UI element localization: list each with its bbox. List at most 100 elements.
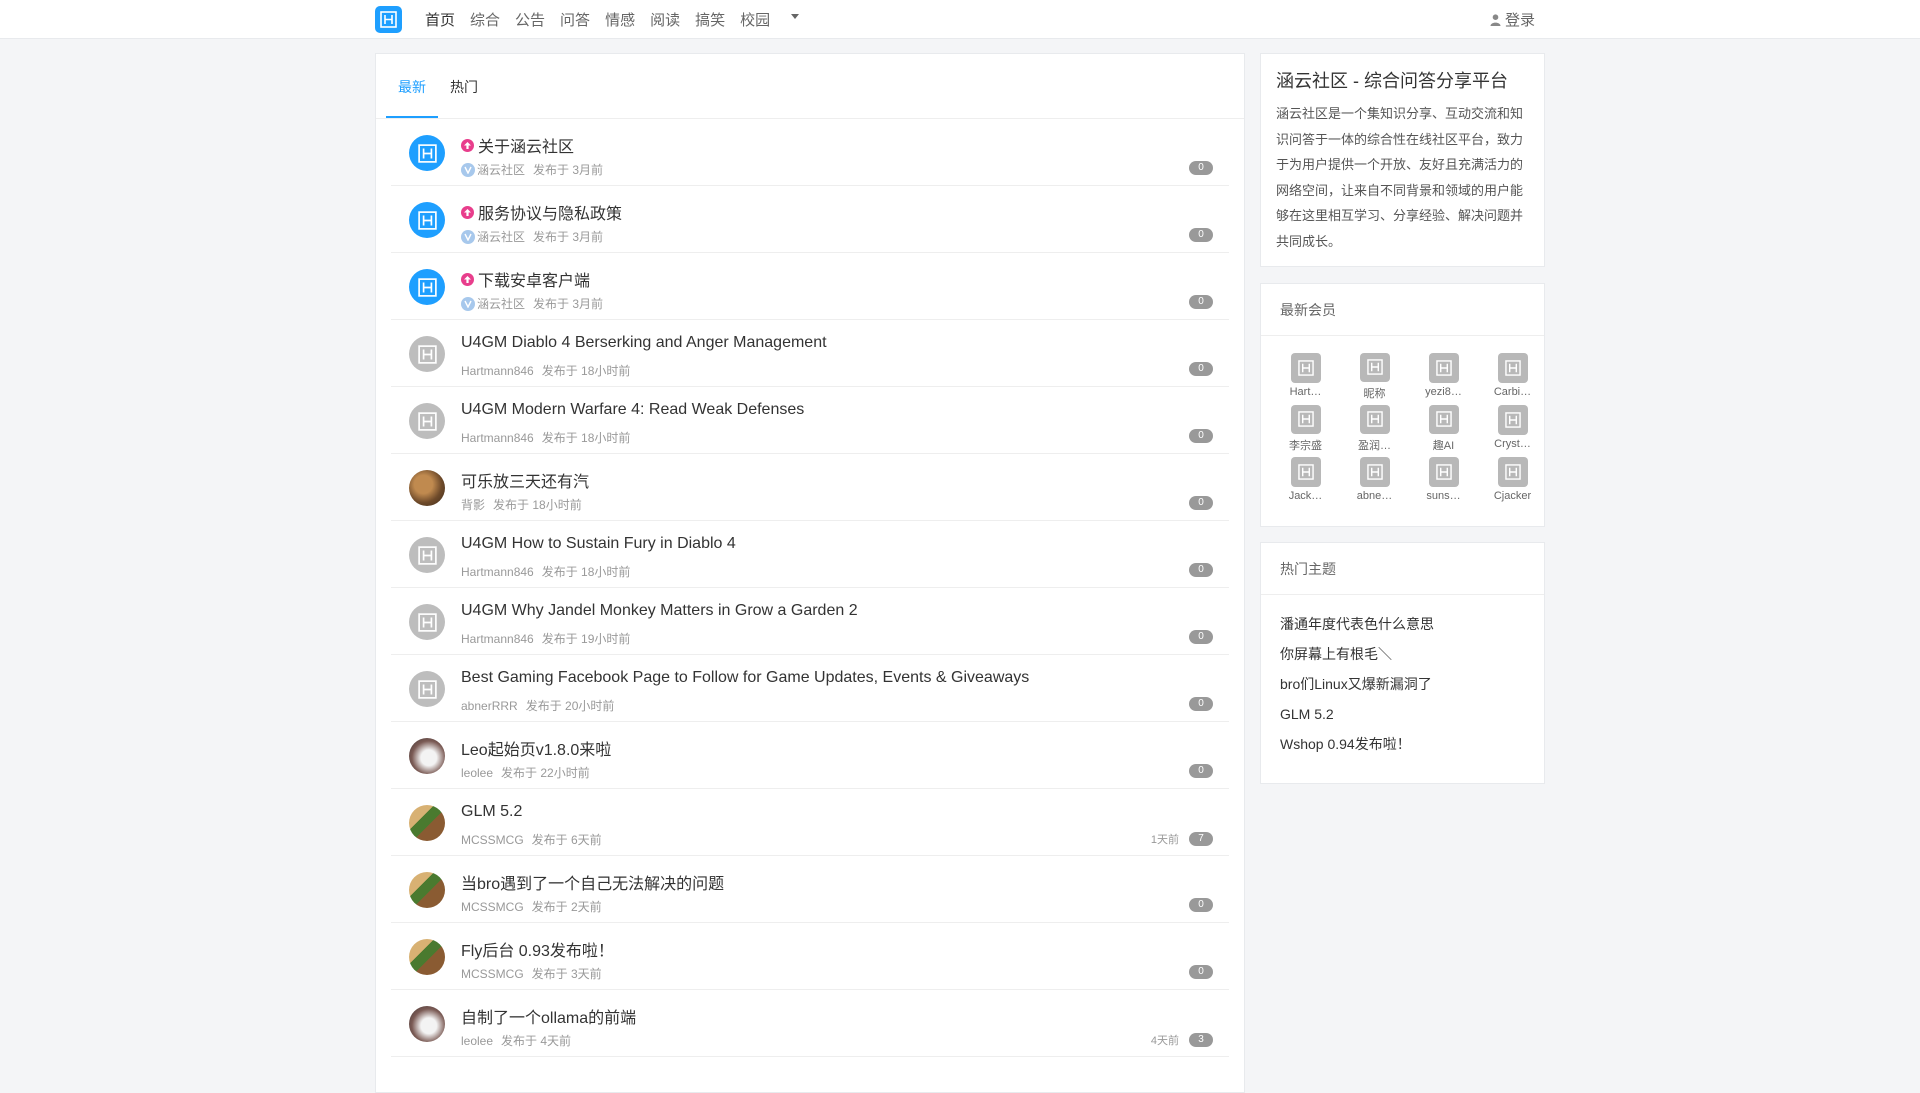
member-avatar[interactable] (1359, 353, 1390, 382)
member-item[interactable]: Carbi… (1478, 350, 1547, 400)
author-avatar[interactable] (409, 403, 445, 439)
site-logo[interactable] (375, 6, 402, 33)
hot-topic-link[interactable]: 潘通年度代表色什么意思 (1280, 609, 1525, 639)
member-item[interactable]: Hart… (1271, 350, 1340, 400)
author-name[interactable]: Hartmann846 (461, 632, 534, 646)
nav-reading[interactable]: 阅读 (650, 9, 680, 30)
author-name[interactable]: 涵云社区 (477, 295, 525, 312)
member-avatar[interactable] (1497, 457, 1528, 487)
hot-topic-link[interactable]: Wshop 0.94发布啦！ (1280, 729, 1525, 759)
member-avatar[interactable] (1359, 405, 1390, 434)
topic-item[interactable]: Leo起始页v1.8.0来啦 leolee 发布于 22小时前 0 (391, 722, 1229, 789)
topic-item[interactable]: GLM 5.2 MCSSMCG 发布于 6天前 1天前 7 (391, 789, 1229, 856)
author-avatar[interactable] (409, 470, 445, 506)
member-item[interactable]: 李宗盛 (1271, 402, 1340, 452)
member-avatar[interactable] (1428, 405, 1459, 434)
topic-title-link[interactable]: Fly后台 0.93发布啦！ (461, 937, 614, 961)
member-item[interactable]: Jack… (1271, 454, 1340, 504)
nav-qa[interactable]: 问答 (560, 9, 590, 30)
topic-item[interactable]: U4GM Diablo 4 Berserking and Anger Manag… (391, 320, 1229, 387)
author-avatar[interactable] (409, 939, 445, 975)
author-avatar[interactable] (409, 269, 445, 305)
author-avatar[interactable] (409, 135, 445, 171)
author-name[interactable]: MCSSMCG (461, 833, 524, 847)
member-item[interactable]: Cjacker (1478, 454, 1547, 504)
member-item[interactable]: 昵称 (1340, 350, 1409, 400)
author-name[interactable]: 涵云社区 (477, 161, 525, 178)
topic-title-link[interactable]: U4GM Modern Warfare 4: Read Weak Defense… (461, 401, 804, 419)
nav-home[interactable]: 首页 (425, 9, 455, 30)
author-avatar[interactable] (409, 872, 445, 908)
topic-title-link[interactable]: 可乐放三天还有汽 (461, 468, 589, 492)
hot-topic-link[interactable]: bro们Linux又爆新漏洞了 (1280, 669, 1525, 699)
member-avatar[interactable] (1497, 353, 1528, 383)
member-item[interactable]: yezi8… (1409, 350, 1478, 400)
member-item[interactable]: Cryst… (1478, 402, 1547, 452)
author-name[interactable]: MCSSMCG (461, 900, 524, 914)
tab-hot[interactable]: 热门 (438, 69, 490, 118)
author-name[interactable]: MCSSMCG (461, 967, 524, 981)
member-avatar[interactable] (1428, 353, 1459, 383)
author-name[interactable]: 背影 (461, 496, 485, 513)
topic-item[interactable]: 可乐放三天还有汽 背影 发布于 18小时前 0 (391, 454, 1229, 521)
author-name[interactable]: Hartmann846 (461, 565, 534, 579)
nav-campus[interactable]: 校园 (740, 9, 770, 30)
topic-title-link[interactable]: U4GM Why Jandel Monkey Matters in Grow a… (461, 602, 858, 620)
member-item[interactable]: 盈润… (1340, 402, 1409, 452)
member-avatar[interactable] (1428, 457, 1459, 487)
nav-general[interactable]: 综合 (470, 9, 500, 30)
topic-item[interactable]: U4GM Modern Warfare 4: Read Weak Defense… (391, 387, 1229, 454)
tab-latest[interactable]: 最新 (386, 69, 438, 118)
topic-item[interactable]: Best Gaming Facebook Page to Follow for … (391, 655, 1229, 722)
topic-title-link[interactable]: Best Gaming Facebook Page to Follow for … (461, 669, 1029, 687)
topic-title-link[interactable]: U4GM Diablo 4 Berserking and Anger Manag… (461, 334, 827, 352)
author-avatar[interactable] (409, 336, 445, 372)
member-avatar[interactable] (1290, 457, 1321, 487)
topic-title-link[interactable]: GLM 5.2 (461, 803, 522, 821)
members-title: 最新会员 (1261, 284, 1544, 336)
author-name[interactable]: 涵云社区 (477, 228, 525, 245)
topic-title-link[interactable]: 下载安卓客户端 (461, 267, 590, 291)
topic-title-link[interactable]: 关于涵云社区 (461, 133, 574, 157)
member-avatar[interactable] (1497, 405, 1528, 435)
nav-emotion[interactable]: 情感 (605, 9, 635, 30)
member-item[interactable]: suns… (1409, 454, 1478, 504)
topic-item[interactable]: U4GM How to Sustain Fury in Diablo 4 Hart… (391, 521, 1229, 588)
author-avatar[interactable] (409, 604, 445, 640)
topic-item[interactable]: Fly后台 0.93发布啦！ MCSSMCG 发布于 3天前 0 (391, 923, 1229, 990)
h-avatar-icon (417, 344, 437, 364)
topic-title-link[interactable]: Leo起始页v1.8.0来啦 (461, 736, 611, 760)
nav-announcements[interactable]: 公告 (515, 9, 545, 30)
nav-funny[interactable]: 搞笑 (695, 9, 725, 30)
member-avatar[interactable] (1359, 457, 1390, 487)
author-avatar[interactable] (409, 738, 445, 774)
author-avatar[interactable] (409, 805, 445, 841)
hot-topic-link[interactable]: 你屏幕上有根毛＼ (1280, 639, 1525, 669)
member-item[interactable]: abne… (1340, 454, 1409, 504)
topic-item[interactable]: 当bro遇到了一个自己无法解决的问题 MCSSMCG 发布于 2天前 0 (391, 856, 1229, 923)
author-name[interactable]: leolee (461, 766, 493, 780)
author-avatar[interactable] (409, 202, 445, 238)
hot-topic-link[interactable]: GLM 5.2 (1280, 699, 1525, 729)
topic-item[interactable]: 关于涵云社区 涵云社区 发布于 3月前 0 (391, 119, 1229, 186)
topic-title-link[interactable]: 服务协议与隐私政策 (461, 200, 622, 224)
topic-item[interactable]: U4GM Why Jandel Monkey Matters in Grow a… (391, 588, 1229, 655)
topic-item[interactable]: 下载安卓客户端 涵云社区 发布于 3月前 0 (391, 253, 1229, 320)
topic-title-link[interactable]: 当bro遇到了一个自己无法解决的问题 (461, 870, 724, 894)
topic-title-link[interactable]: 自制了一个ollama的前端 (461, 1004, 636, 1028)
topic-title-link[interactable]: U4GM How to Sustain Fury in Diablo 4 (461, 535, 736, 553)
author-name[interactable]: abnerRRR (461, 699, 518, 713)
member-avatar[interactable] (1290, 405, 1321, 434)
author-avatar[interactable] (409, 671, 445, 707)
author-avatar[interactable] (409, 537, 445, 573)
member-avatar[interactable] (1290, 353, 1321, 383)
member-item[interactable]: 趣AI (1409, 402, 1478, 452)
topic-item[interactable]: 服务协议与隐私政策 涵云社区 发布于 3月前 0 (391, 186, 1229, 253)
more-dropdown-icon[interactable] (791, 14, 800, 19)
author-name[interactable]: leolee (461, 1034, 493, 1048)
topic-item[interactable]: 自制了一个ollama的前端 leolee 发布于 4天前 4天前 3 (391, 990, 1229, 1057)
author-name[interactable]: Hartmann846 (461, 431, 534, 445)
login-link[interactable]: 登录 (1490, 0, 1535, 39)
author-name[interactable]: Hartmann846 (461, 364, 534, 378)
author-avatar[interactable] (409, 1006, 445, 1042)
